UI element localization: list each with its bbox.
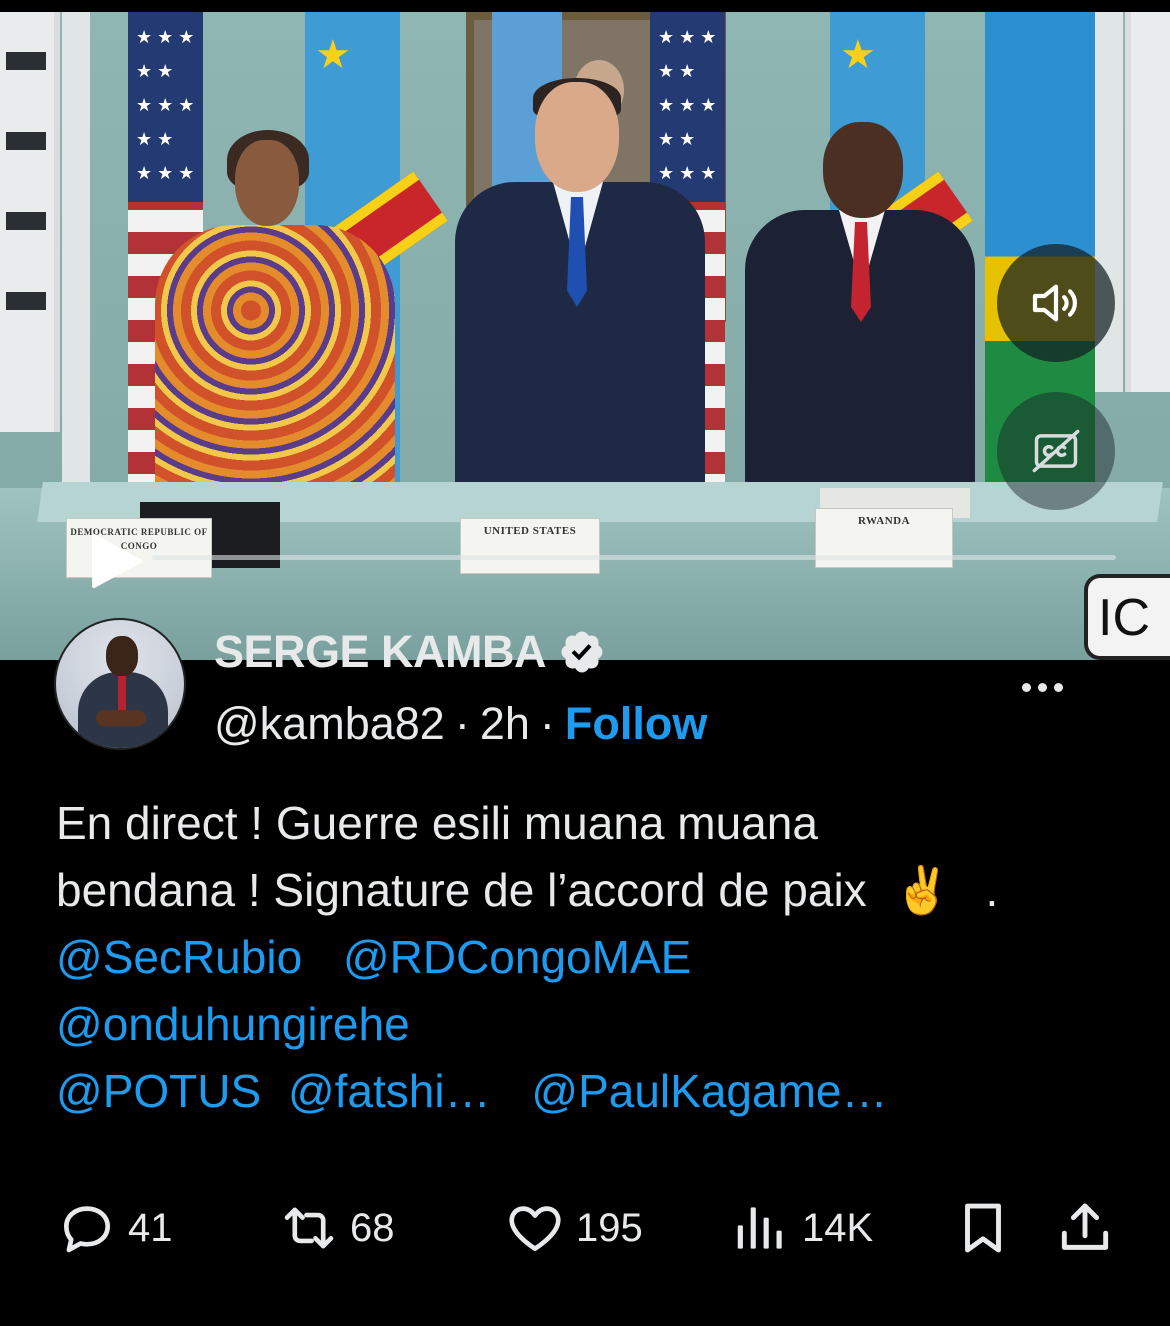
victory-hand-emoji: ✌️	[893, 864, 951, 916]
tweet-text: En direct ! Guerre esili muana muana ben…	[56, 790, 1116, 1125]
tweet-text-line: bendana ! Signature de l’accord de paix …	[56, 857, 1116, 924]
like-button[interactable]: 195	[504, 1196, 643, 1260]
volume-button[interactable]	[997, 244, 1115, 362]
video-player[interactable]: ★ ★ DEMOCRATIC REPUBLIC OF CONGO UNITED …	[0, 12, 1170, 660]
views-button[interactable]: 14K	[730, 1196, 873, 1260]
author-handle[interactable]: @kamba82	[214, 698, 445, 750]
mention-link[interactable]: @PaulKagame…	[531, 1065, 887, 1117]
author-display-name[interactable]: SERGE KAMBA	[214, 626, 606, 678]
author-meta: @kamba82 · 2h · Follow	[214, 698, 707, 750]
share-button[interactable]	[1054, 1196, 1116, 1260]
mention-link[interactable]: @POTUS	[56, 1065, 261, 1117]
views-chart-icon	[737, 1207, 782, 1249]
nameplate-us: UNITED STATES	[460, 518, 600, 574]
reply-count: 41	[128, 1205, 173, 1250]
reply-icon	[64, 1206, 110, 1253]
mentions-line: @SecRubio @RDCongoMAE	[56, 924, 1116, 991]
author-avatar[interactable]	[54, 618, 186, 750]
meta-separator: ·	[454, 698, 470, 749]
more-dot	[1021, 682, 1031, 692]
reply-button[interactable]: 41	[56, 1196, 173, 1260]
more-dot	[1053, 682, 1063, 692]
mention-link[interactable]: @RDCongoMAE	[343, 931, 691, 983]
tweet-text-line: En direct ! Guerre esili muana muana	[56, 797, 818, 849]
mentions-line: @onduhungirehe	[56, 991, 1116, 1058]
more-dot	[1037, 682, 1047, 692]
person-right	[745, 122, 975, 492]
corner-sign: IC	[1084, 574, 1170, 660]
repost-count: 68	[350, 1205, 395, 1250]
mention-link[interactable]: @fatshi…	[288, 1065, 491, 1117]
person-center	[455, 78, 705, 502]
captions-button[interactable]	[997, 392, 1115, 510]
tweet-text-segment: bendana ! Signature de l’accord de paix	[56, 864, 867, 916]
background-window	[1125, 12, 1170, 392]
mentions-line: @POTUS @fatshi… @PaulKagame…	[56, 1058, 1116, 1125]
person-left	[155, 130, 395, 510]
speaker-icon	[1032, 284, 1077, 322]
background-window	[0, 12, 60, 432]
mention-link[interactable]: @SecRubio	[56, 931, 302, 983]
background-pillar	[62, 12, 90, 512]
tweet-action-bar: 41 68 195 14K	[0, 1196, 1170, 1260]
meta-separator: ·	[539, 698, 555, 749]
bookmark-icon	[965, 1203, 1001, 1253]
post-time[interactable]: 2h	[480, 698, 530, 750]
share-icon	[1061, 1203, 1109, 1250]
mention-link[interactable]: @onduhungirehe	[56, 998, 410, 1050]
repost-icon	[284, 1207, 334, 1249]
video-progress-bar[interactable]	[152, 555, 1116, 560]
captions-off-icon	[1032, 429, 1080, 473]
verified-badge-icon	[561, 631, 603, 673]
more-options-button[interactable]	[1014, 672, 1070, 702]
repost-button[interactable]: 68	[278, 1196, 395, 1260]
views-count: 14K	[802, 1205, 874, 1250]
follow-button[interactable]: Follow	[565, 698, 707, 750]
heart-icon	[509, 1206, 561, 1251]
play-icon[interactable]	[90, 532, 144, 590]
like-count: 195	[576, 1205, 643, 1250]
tweet-text-segment: .	[985, 864, 999, 916]
bookmark-button[interactable]	[952, 1196, 1014, 1260]
display-name-text: SERGE KAMBA	[214, 626, 547, 677]
